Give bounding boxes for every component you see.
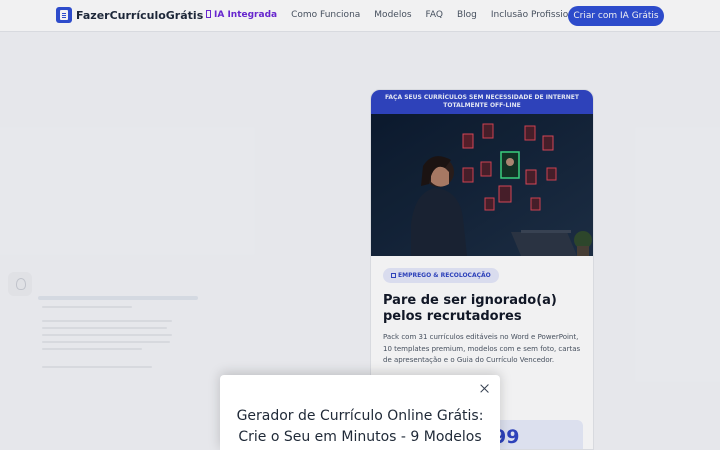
- close-icon[interactable]: [478, 382, 492, 396]
- modal-title: Gerador de Currículo Online Grátis: Crie…: [236, 408, 484, 445]
- welcome-modal: Gerador de Currículo Online Grátis: Crie…: [220, 375, 500, 450]
